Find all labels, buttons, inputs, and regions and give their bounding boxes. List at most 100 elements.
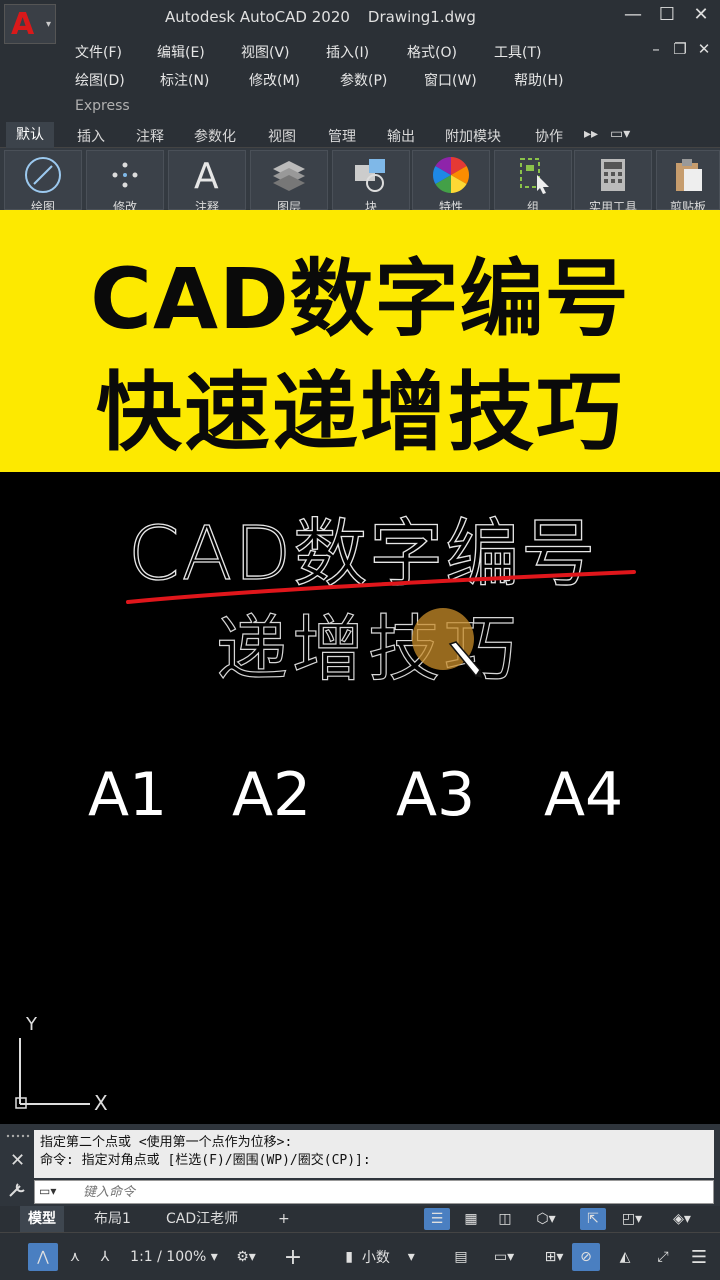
title-bar: A ▾ Autodesk AutoCAD 2020 Drawing1.dwg — … (0, 0, 720, 122)
app-menu-button[interactable]: A ▾ (4, 4, 56, 44)
ribbon-block-button[interactable]: 块 (332, 150, 410, 214)
units-value: 小数 (361, 1250, 390, 1266)
fullscreen-icon[interactable]: ⤢ (648, 1243, 678, 1271)
units-selector[interactable]: ▮ 小数 ▾ (320, 1243, 440, 1271)
lock-ui-icon[interactable]: ▭▾ (480, 1243, 528, 1271)
polar-tracking-icon[interactable]: ⇱ (580, 1208, 606, 1230)
minimize-button[interactable]: — (620, 4, 646, 25)
annotation-scale-icon[interactable]: ⅄ (92, 1243, 118, 1271)
banner-title-line2: 快速递增技巧 (96, 363, 624, 463)
command-prompt-icon[interactable]: ▭▾ (39, 1184, 56, 1198)
ribbon-properties-button[interactable]: 特性 (412, 150, 490, 214)
number-label[interactable]: A4 (544, 760, 623, 830)
tab-layout1[interactable]: 布局1 (86, 1206, 139, 1232)
autoscale-icon[interactable]: ⋏ (62, 1243, 88, 1271)
tab-output[interactable]: 输出 (387, 126, 415, 146)
layout-tab-bar: 模型 布局1 CAD江老师 + ☰ ▦ ◫ ⬡▾ ⇱ ◰▾ ◈▾ (0, 1206, 720, 1232)
quick-properties-icon[interactable]: ▤ (448, 1243, 474, 1271)
clipboard-icon (657, 155, 719, 195)
annotation-monitor-icon[interactable]: + (280, 1243, 306, 1271)
close-icon: ✕ (10, 1150, 25, 1171)
block-icon (333, 155, 409, 195)
ortho-icon[interactable]: ⬡▾ (526, 1208, 566, 1230)
menu-view[interactable]: 视图(V) (241, 42, 290, 62)
pen-cursor-icon (448, 641, 482, 678)
command-history-line: 指定第二个点或 <使用第一个点作为位移>: (40, 1135, 293, 1150)
tab-view[interactable]: 视图 (268, 126, 296, 146)
command-input[interactable] (83, 1183, 683, 1201)
menu-draw[interactable]: 绘图(D) (75, 70, 125, 90)
tab-insert[interactable]: 插入 (77, 126, 105, 146)
number-label[interactable]: A2 (232, 760, 311, 830)
tab-manage[interactable]: 管理 (328, 126, 356, 146)
menu-format[interactable]: 格式(O) (407, 42, 457, 62)
ribbon-display-toggle-icon[interactable]: ▭▾ (610, 126, 630, 142)
tab-addins[interactable]: 附加模块 (445, 126, 501, 146)
doc-minimize-button[interactable]: – (644, 40, 668, 58)
ribbon-modify-button[interactable]: 修改 (86, 150, 164, 214)
maximize-button[interactable]: ☐ (654, 4, 680, 25)
menu-parametric[interactable]: 参数(P) (340, 70, 387, 90)
ribbon-draw-button[interactable]: 绘图 (4, 150, 82, 214)
ribbon-tab-bar: 默认 插入 注释 参数化 视图 管理 输出 附加模块 协作 ▸▸ ▭▾ (0, 122, 720, 148)
ucs-x-label: X (94, 1091, 108, 1114)
ribbon-layers-button[interactable]: 图层 (250, 150, 328, 214)
calculator-icon (575, 155, 651, 195)
menu-file[interactable]: 文件(F) (75, 42, 122, 62)
tab-home[interactable]: 默认 (6, 122, 54, 148)
group-icon (495, 155, 571, 195)
doc-close-button[interactable]: ✕ (692, 40, 716, 58)
ribbon-utilities-button[interactable]: 实用工具 (574, 150, 652, 214)
tab-annotate[interactable]: 注释 (136, 126, 164, 146)
workspace-gear-icon[interactable]: ⚙▾ (228, 1243, 264, 1271)
more-tabs-icon[interactable]: ▸▸ (584, 126, 598, 142)
snap-mode-icon[interactable]: ◫ (492, 1208, 518, 1230)
object-snap-icon[interactable]: ◰▾ (612, 1208, 652, 1230)
menu-express[interactable]: Express (75, 98, 130, 114)
isolate-objects-icon[interactable]: ⊞▾ (534, 1243, 574, 1271)
clean-screen-icon[interactable]: ◭ (610, 1243, 640, 1271)
title-banner: CAD数字编号 快速递增技巧 (0, 210, 720, 472)
document-title: Drawing1.dwg (367, 8, 476, 26)
tab-model[interactable]: 模型 (20, 1206, 64, 1232)
grid-display-icon[interactable]: ▦ (458, 1208, 484, 1230)
menu-modify[interactable]: 修改(M) (249, 70, 300, 90)
add-layout-icon[interactable]: + (270, 1206, 298, 1232)
command-history: 指定第二个点或 <使用第一个点作为位移>: 命令: 指定对角点或 [栏选(F)/… (34, 1130, 714, 1178)
scale-selector[interactable]: 1:1 / 100% ▾ (124, 1243, 224, 1271)
draw-icon (5, 155, 81, 195)
customize-wrench-icon (9, 1183, 25, 1197)
annotation-visibility-icon[interactable]: ⋀ (28, 1243, 58, 1271)
modify-icon (87, 155, 163, 195)
drawing-canvas[interactable]: CAD数字编号 递增技巧 A1 A2 A3 A4 Y X (0, 472, 720, 1124)
ribbon-group-button[interactable]: 组 (494, 150, 572, 214)
ribbon-clipboard-button[interactable]: 剪贴板 (656, 150, 720, 214)
text-a-icon: A (169, 155, 245, 195)
tab-cad-teacher[interactable]: CAD江老师 (158, 1206, 246, 1232)
chevron-down-icon: ▾ (45, 19, 51, 30)
tab-parametric[interactable]: 参数化 (194, 126, 236, 146)
ribbon-annotate-button[interactable]: A 注释 (168, 150, 246, 214)
menu-window[interactable]: 窗口(W) (424, 70, 477, 90)
menu-insert[interactable]: 插入(I) (326, 42, 369, 62)
number-label[interactable]: A3 (396, 760, 475, 830)
doc-restore-button[interactable]: ❐ (668, 40, 692, 58)
grid-list-icon[interactable]: ☰ (424, 1208, 450, 1230)
menu-edit[interactable]: 编辑(E) (157, 42, 205, 62)
menu-tools[interactable]: 工具(T) (494, 42, 541, 62)
number-label[interactable]: A1 (88, 760, 167, 830)
scale-value: 1:1 / 100% (130, 1249, 207, 1265)
app-title: Autodesk AutoCAD 2020 (165, 8, 350, 26)
color-wheel-icon (413, 155, 489, 195)
close-button[interactable]: ✕ (688, 4, 714, 25)
banner-title-line1: CAD数字编号 (90, 250, 630, 348)
hardware-acceleration-icon[interactable]: ⊘ (572, 1243, 600, 1271)
menu-dimension[interactable]: 标注(N) (160, 70, 209, 90)
command-input-box[interactable]: ▭▾ (34, 1180, 714, 1204)
menu-help[interactable]: 帮助(H) (514, 70, 563, 90)
svg-text:A: A (194, 156, 219, 195)
customization-menu-icon[interactable]: ☰ (684, 1243, 714, 1271)
tab-collaborate[interactable]: 协作 (535, 126, 563, 146)
3d-osnap-icon[interactable]: ◈▾ (662, 1208, 702, 1230)
command-panel-grip[interactable]: ✕ (4, 1130, 30, 1200)
